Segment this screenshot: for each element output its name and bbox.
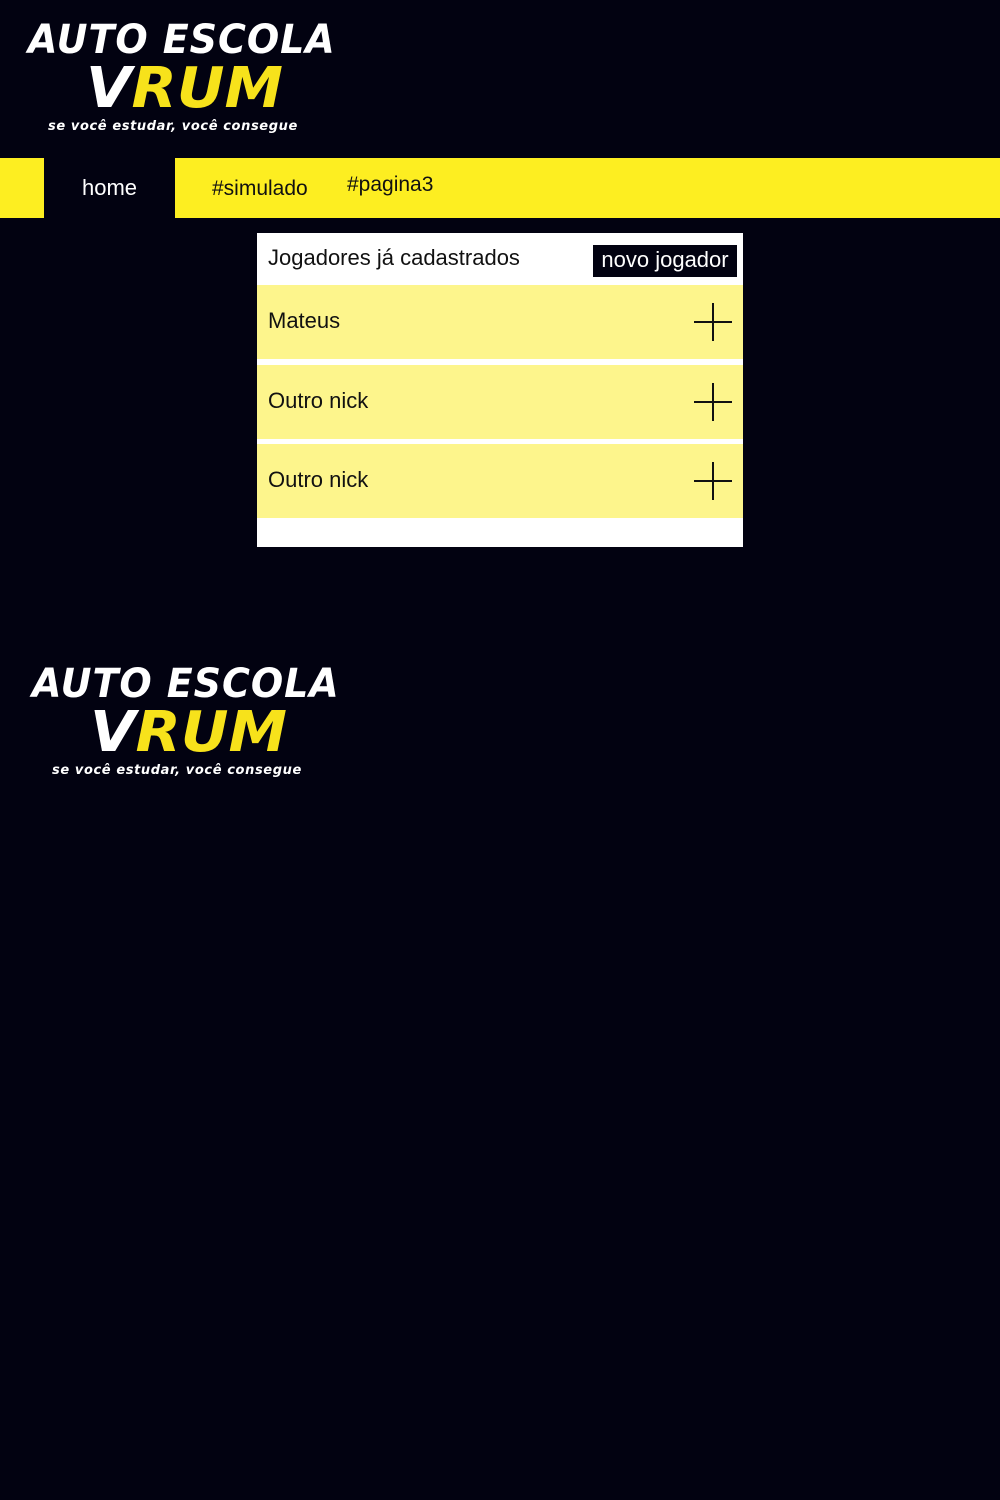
logo: AUTO ESCOLA VRUM se você estudar, você c… <box>28 18 368 138</box>
logo-tagline: se você estudar, você consegue <box>48 119 298 134</box>
logo-brand: VRUM <box>86 58 283 120</box>
footer-logo-brand-v: V <box>90 700 136 765</box>
plus-icon[interactable] <box>694 462 732 500</box>
player-row: Outro nick <box>257 365 743 439</box>
logo-brand-v: V <box>86 56 132 121</box>
players-panel: Jogadores já cadastrados novo jogador Ma… <box>257 233 743 547</box>
footer-logo: AUTO ESCOLA VRUM se você estudar, você c… <box>32 662 372 782</box>
player-name: Outro nick <box>268 467 369 492</box>
plus-icon[interactable] <box>694 383 732 421</box>
plus-icon[interactable] <box>694 303 732 341</box>
footer-logo-brand: VRUM <box>90 702 287 764</box>
navbar: home #simulado #pagina3 <box>0 158 1000 218</box>
nav-simulado[interactable]: #simulado <box>212 159 308 219</box>
new-player-button[interactable]: novo jogador <box>593 245 737 277</box>
player-row: Mateus <box>257 285 743 359</box>
nav-home[interactable]: home <box>44 158 175 218</box>
nav-pagina3[interactable]: #pagina3 <box>347 155 433 215</box>
footer-logo-brand-rum: RUM <box>135 700 288 765</box>
footer-logo-tagline: se você estudar, você consegue <box>52 763 302 778</box>
players-panel-title: Jogadores já cadastrados <box>268 245 520 270</box>
logo-brand-rum: RUM <box>131 56 284 121</box>
player-row: Outro nick <box>257 444 743 518</box>
player-name: Mateus <box>268 308 341 333</box>
player-name: Outro nick <box>268 388 369 413</box>
